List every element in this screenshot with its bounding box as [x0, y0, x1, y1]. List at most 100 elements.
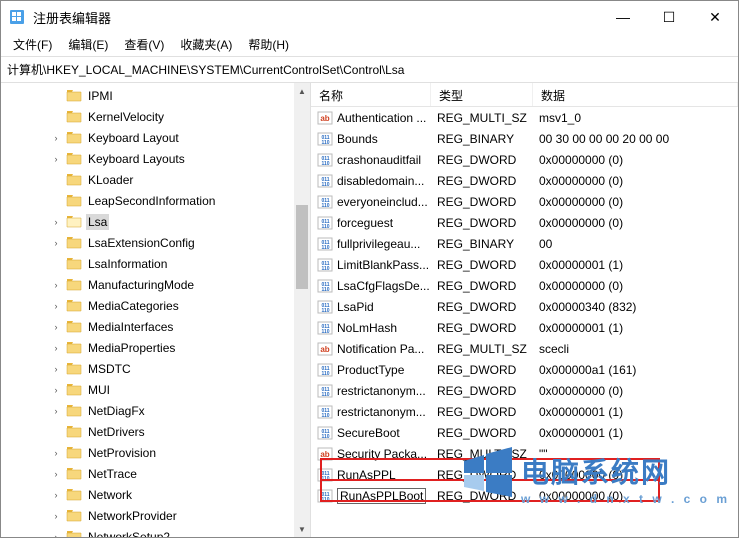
tree-expander-icon[interactable]: ›	[49, 236, 63, 250]
value-row[interactable]: 011110disabledomain...REG_DWORD0x0000000…	[311, 170, 738, 191]
tree-expander-icon[interactable]: ›	[49, 278, 63, 292]
value-name: NoLmHash	[337, 321, 397, 335]
tree-item-kernelvelocity[interactable]: KernelVelocity	[1, 106, 310, 127]
column-data[interactable]: 数据	[533, 83, 738, 106]
tree-item-netdiagfx[interactable]: › NetDiagFx	[1, 400, 310, 421]
tree-item-lsaextensionconfig[interactable]: ›LsaExtensionConfig	[1, 232, 310, 253]
tree-item-msdtc[interactable]: ›MSDTC	[1, 358, 310, 379]
value-row[interactable]: 011110LsaCfgFlagsDe...REG_DWORD0x0000000…	[311, 275, 738, 296]
value-row[interactable]: 011110RunAsPPLREG_DWORD0x00000000 (0)	[311, 464, 738, 485]
menu-help[interactable]: 帮助(H)	[240, 33, 297, 56]
value-type: REG_DWORD	[431, 320, 533, 336]
menu-file[interactable]: 文件(F)	[5, 33, 60, 56]
value-name: restrictanonym...	[337, 405, 426, 419]
tree-item-lsainformation[interactable]: LsaInformation	[1, 253, 310, 274]
folder-icon	[66, 152, 82, 166]
scroll-track[interactable]	[294, 99, 310, 521]
titlebar[interactable]: 注册表编辑器 — ☐ ✕	[1, 1, 738, 33]
tree-item-ipmi[interactable]: IPMI	[1, 85, 310, 106]
tree-item-mui[interactable]: ›MUI	[1, 379, 310, 400]
tree-item-lsa[interactable]: ›Lsa	[1, 211, 310, 232]
menu-favorites[interactable]: 收藏夹(A)	[172, 33, 240, 56]
menu-view[interactable]: 查看(V)	[116, 33, 172, 56]
value-row[interactable]: 011110LimitBlankPass...REG_DWORD0x000000…	[311, 254, 738, 275]
tree-item-networkprovider[interactable]: ›NetworkProvider	[1, 505, 310, 526]
tree-expander-icon[interactable]: ›	[49, 488, 63, 502]
tree-expander-icon[interactable]: ›	[49, 131, 63, 145]
folder-icon	[66, 404, 82, 418]
tree-item-label: KLoader	[86, 172, 135, 188]
tree-item-leapsecondinformation[interactable]: LeapSecondInformation	[1, 190, 310, 211]
value-name-cell: abAuthentication ...	[311, 109, 431, 127]
tree-item-mediaproperties[interactable]: ›MediaProperties	[1, 337, 310, 358]
value-row[interactable]: 011110SecureBootREG_DWORD0x00000001 (1)	[311, 422, 738, 443]
value-row[interactable]: abNotification Pa...REG_MULTI_SZscecli	[311, 338, 738, 359]
tree-item-nettrace[interactable]: ›NetTrace	[1, 463, 310, 484]
column-type[interactable]: 类型	[431, 83, 533, 106]
tree-item-keyboard-layout[interactable]: ›Keyboard Layout	[1, 127, 310, 148]
tree-item-networksetup2[interactable]: ›NetworkSetup2	[1, 526, 310, 537]
tree-item-netdrivers[interactable]: NetDrivers	[1, 421, 310, 442]
tree-item-mediacategories[interactable]: ›MediaCategories	[1, 295, 310, 316]
tree-expander-icon[interactable]: ›	[49, 152, 63, 166]
value-data: 0x00000000 (0)	[533, 173, 738, 189]
close-button[interactable]: ✕	[692, 1, 738, 33]
tree-item-network[interactable]: ›Network	[1, 484, 310, 505]
value-type: REG_DWORD	[431, 194, 533, 210]
scroll-thumb[interactable]	[296, 205, 308, 289]
tree-expander-icon[interactable]: ›	[49, 404, 63, 418]
minimize-button[interactable]: —	[600, 1, 646, 33]
tree-scrollbar[interactable]: ▲ ▼	[294, 83, 310, 537]
tree-item-manufacturingmode[interactable]: › ManufacturingMode	[1, 274, 310, 295]
tree-item-label: ManufacturingMode	[86, 277, 196, 293]
value-name-cell: 011110fullprivilegeau...	[311, 235, 431, 253]
svg-text:110: 110	[322, 497, 330, 503]
value-row[interactable]: 011110LsaPidREG_DWORD0x00000340 (832)	[311, 296, 738, 317]
value-type: REG_MULTI_SZ	[431, 446, 533, 462]
value-row[interactable]: 011110NoLmHashREG_DWORD0x00000001 (1)	[311, 317, 738, 338]
tree-expander-icon[interactable]: ›	[49, 215, 63, 229]
scroll-up-button[interactable]: ▲	[294, 83, 310, 99]
tree-item-label: NetDrivers	[86, 424, 147, 440]
tree-expander-icon[interactable]: ›	[49, 530, 63, 538]
menu-edit[interactable]: 编辑(E)	[60, 33, 116, 56]
value-row[interactable]: 011110restrictanonym...REG_DWORD0x000000…	[311, 401, 738, 422]
column-name[interactable]: 名称	[311, 83, 431, 106]
tree-expander-icon[interactable]: ›	[49, 320, 63, 334]
folder-icon	[66, 425, 82, 439]
value-row[interactable]: 011110restrictanonym...REG_DWORD0x000000…	[311, 380, 738, 401]
addressbar[interactable]: 计算机\HKEY_LOCAL_MACHINE\SYSTEM\CurrentCon…	[1, 57, 738, 83]
folder-icon	[66, 278, 82, 292]
value-type: REG_BINARY	[431, 131, 533, 147]
tree-expander-icon[interactable]: ›	[49, 341, 63, 355]
tree-item-kloader[interactable]: KLoader	[1, 169, 310, 190]
tree-pane[interactable]: ▲ ▼ IPMIKernelVelocity›Keyboard Layout›K…	[1, 83, 311, 537]
tree-item-mediainterfaces[interactable]: ›MediaInterfaces	[1, 316, 310, 337]
value-row[interactable]: abAuthentication ...REG_MULTI_SZmsv1_0	[311, 107, 738, 128]
value-row[interactable]: 011110BoundsREG_BINARY00 30 00 00 00 20 …	[311, 128, 738, 149]
value-row[interactable]: abSecurity Packa...REG_MULTI_SZ""	[311, 443, 738, 464]
list-pane[interactable]: 名称 类型 数据 abAuthentication ...REG_MULTI_S…	[311, 83, 738, 537]
tree-item-label: NetDiagFx	[86, 403, 147, 419]
value-name-cell: 011110Bounds	[311, 130, 431, 148]
value-data: 00	[533, 236, 738, 252]
value-row[interactable]: 011110ProductTypeREG_DWORD0x000000a1 (16…	[311, 359, 738, 380]
tree-expander-icon[interactable]: ›	[49, 299, 63, 313]
tree-item-keyboard-layouts[interactable]: ›Keyboard Layouts	[1, 148, 310, 169]
value-data: 0x00000340 (832)	[533, 299, 738, 315]
value-data: 0x00000001 (1)	[533, 425, 738, 441]
tree-expander-icon[interactable]: ›	[49, 509, 63, 523]
svg-text:110: 110	[322, 308, 330, 314]
tree-item-netprovision[interactable]: ›NetProvision	[1, 442, 310, 463]
value-row[interactable]: 011110forceguestREG_DWORD0x00000000 (0)	[311, 212, 738, 233]
tree-expander-icon[interactable]: ›	[49, 446, 63, 460]
value-row[interactable]: 011110RunAsPPLBootREG_DWORD0x00000000 (0…	[311, 485, 738, 506]
tree-expander-icon[interactable]: ›	[49, 383, 63, 397]
value-row[interactable]: 011110crashonauditfailREG_DWORD0x0000000…	[311, 149, 738, 170]
value-row[interactable]: 011110everyoneinclud...REG_DWORD0x000000…	[311, 191, 738, 212]
tree-expander-icon[interactable]: ›	[49, 362, 63, 376]
scroll-down-button[interactable]: ▼	[294, 521, 310, 537]
tree-expander-icon[interactable]: ›	[49, 467, 63, 481]
maximize-button[interactable]: ☐	[646, 1, 692, 33]
value-row[interactable]: 011110fullprivilegeau...REG_BINARY00	[311, 233, 738, 254]
